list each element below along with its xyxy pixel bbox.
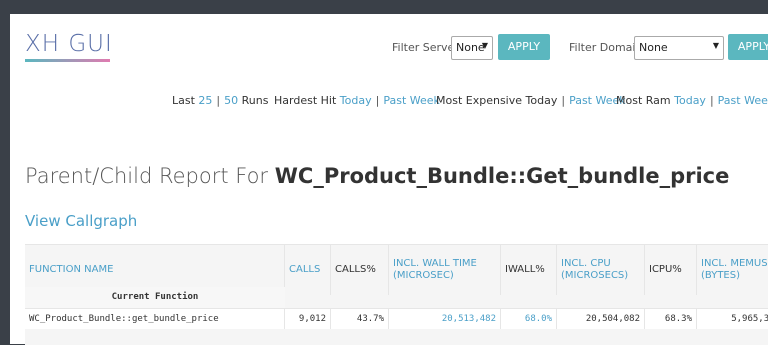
cell-function-name[interactable]: WC_Product_Bundle::get_bundle_price [25, 309, 285, 329]
col-header-incl-wall-time[interactable]: INCL. WALL TIME (MICROSEC) [389, 245, 501, 295]
nav-ram-today-link[interactable]: Today [674, 94, 706, 107]
app-logo[interactable]: XH GUI [25, 31, 113, 57]
cell-incl-memuse: 5,965,312 [697, 309, 768, 329]
cell-iwall-pct: 68.0% [501, 309, 557, 329]
nav-runs-label: Runs [241, 94, 269, 107]
cell-calls-pct: 43.7% [331, 309, 389, 329]
page-title: Parent/Child Report For WC_Product_Bundl… [25, 164, 729, 188]
nav-ram-label: Most Ram [616, 94, 671, 107]
nav-hardest-label: Hardest Hit [274, 94, 337, 107]
col-header-icpu-pct[interactable]: ICPU% [645, 245, 697, 295]
nav-separator: | [375, 94, 380, 107]
cell-incl-cpu: 20,504,082 [557, 309, 645, 329]
chevron-down-icon: ▼ [481, 41, 488, 50]
filter-domain-apply-button[interactable]: APPLY [728, 34, 768, 60]
col-header-incl-cpu[interactable]: INCL. CPU (MICROSECS) [557, 245, 645, 295]
nav-ram-past-week-link[interactable]: Past Week [718, 94, 768, 107]
nav-separator: | [216, 94, 221, 107]
nav-last-25-link[interactable]: 25 [198, 94, 212, 107]
nav-separator: | [709, 94, 714, 107]
nav-expensive-label: Most Expensive [436, 94, 523, 107]
table-row[interactable]: WC_Product_Bundle::get_bundle_price 9,01… [25, 308, 768, 329]
filter-server-value: None [456, 41, 485, 54]
nav-last-50-link[interactable]: 50 [224, 94, 238, 107]
page-title-function: WC_Product_Bundle::Get_bundle_price [274, 164, 730, 188]
current-function-label: Current Function [25, 287, 285, 308]
cell-calls: 9,012 [285, 309, 331, 329]
col-header-incl-memuse[interactable]: INCL. MEMUSE (BYTES) [697, 245, 768, 295]
nav-separator: | [561, 94, 566, 107]
col-header-calls[interactable]: CALLS [285, 245, 331, 295]
filter-server-select[interactable]: None ▼ [451, 36, 493, 60]
nav-hardest-hit: Hardest Hit Today | Past Week [274, 94, 440, 107]
nav-most-ram: Most Ram Today| Past Week [616, 94, 768, 107]
nav-hardest-past-week-link[interactable]: Past Week [383, 94, 440, 107]
filter-domain-select[interactable]: None ▼ [634, 36, 724, 60]
chevron-down-icon: ▼ [712, 41, 719, 50]
nav-last-runs: Last 25 | 50 Runs [172, 94, 268, 107]
nav-hardest-today-link[interactable]: Today [340, 94, 372, 107]
nav-most-expensive: Most Expensive Today | Past Week [436, 94, 626, 107]
filter-server-apply-button[interactable]: APPLY [498, 34, 550, 60]
col-header-iwall-pct[interactable]: IWALL% [501, 245, 557, 295]
page-title-prefix: Parent/Child Report For [25, 164, 269, 188]
col-header-calls-pct[interactable]: CALLS% [331, 245, 389, 295]
cell-icpu-pct: 68.3% [645, 309, 697, 329]
view-callgraph-link[interactable]: View Callgraph [25, 212, 137, 230]
cell-incl-wall-time: 20,513,482 [389, 309, 501, 329]
filter-domain-value: None [639, 41, 668, 54]
report-table: FUNCTION NAME CALLS CALLS% INCL. WALL TI… [25, 244, 768, 345]
nav-expensive-today-link[interactable]: Today [526, 94, 558, 107]
nav-last-label: Last [172, 94, 195, 107]
logo-underline [25, 59, 110, 62]
main-panel: XH GUI Filter Server: None ▼ APPLY Filte… [10, 14, 768, 345]
